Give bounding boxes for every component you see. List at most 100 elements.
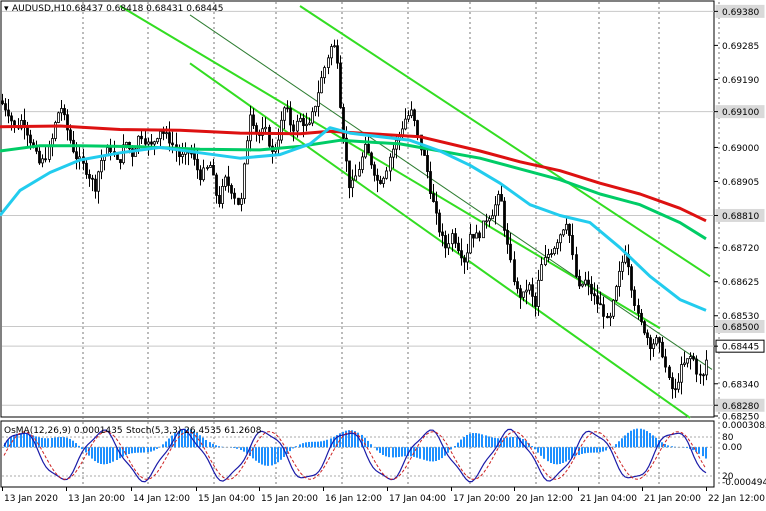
osma-bar — [236, 447, 238, 449]
osma-bar — [277, 447, 279, 463]
candle-body — [63, 108, 66, 116]
candle-body — [401, 128, 404, 136]
price-tick-label: 0.68810 — [722, 212, 759, 222]
candle-body — [69, 129, 72, 141]
osma-bar — [503, 437, 505, 448]
osma-bar — [652, 435, 654, 448]
candle-body — [283, 107, 286, 121]
candle-body — [485, 220, 488, 223]
osma-bar — [413, 447, 415, 457]
osma-bar — [106, 447, 108, 465]
candle-body — [658, 337, 661, 343]
candle-body — [168, 132, 171, 144]
osma-bar — [621, 438, 623, 448]
candle-body — [686, 358, 689, 364]
candle-body — [655, 337, 658, 345]
candle-body — [246, 140, 249, 165]
osma-bar — [667, 445, 669, 448]
osma-bar — [289, 447, 291, 452]
candle-body — [643, 321, 646, 334]
osma-bar — [94, 447, 96, 462]
trading-chart[interactable]: ▾ AUDUSD,H1 0.68437 0.68418 0.68431 0.68… — [0, 0, 766, 511]
candle-body — [38, 150, 41, 164]
candle-body — [587, 279, 590, 285]
osma-bar — [550, 447, 552, 463]
candle-body — [361, 156, 364, 170]
candle-body — [348, 160, 351, 189]
osma-bar — [475, 433, 477, 448]
osma-bar — [44, 438, 46, 448]
candle-body — [633, 289, 636, 306]
osma-bar — [41, 437, 43, 448]
osma-bar — [506, 437, 508, 448]
candle-body — [311, 111, 314, 124]
candle-body — [472, 233, 475, 239]
osma-bar — [78, 445, 80, 448]
candle-body — [75, 151, 78, 160]
osma-bar — [311, 441, 313, 448]
candle-body — [150, 141, 153, 145]
candle-body — [240, 198, 243, 205]
candle-body — [153, 141, 156, 145]
candle-body — [553, 247, 556, 254]
price-tick-label: 0.69285 — [722, 42, 759, 52]
candle-body — [500, 194, 503, 202]
time-tick-label: 22 Jan 12:00 — [708, 494, 765, 504]
osma-bar — [624, 435, 626, 448]
candle-body — [97, 171, 100, 192]
candle-body — [171, 142, 174, 146]
osma-bar — [463, 436, 465, 448]
candle-body — [193, 152, 196, 160]
osma-bar — [531, 446, 533, 448]
candle-body — [593, 293, 596, 297]
candle-body — [243, 163, 246, 200]
osma-bar — [317, 441, 319, 448]
osma-bar — [516, 437, 518, 448]
candle-body — [438, 212, 441, 233]
osma-bar — [599, 447, 601, 453]
price-tick-label: 0.68625 — [722, 278, 759, 288]
candle-body — [367, 143, 370, 154]
osma-bar — [686, 447, 688, 449]
osma-bar — [299, 444, 301, 448]
candle-body — [370, 152, 373, 166]
candle-body — [162, 130, 165, 134]
time-tick-label: 13 Jan 2020 — [4, 494, 58, 504]
candle-body — [413, 109, 416, 121]
candle-body — [646, 332, 649, 339]
candle-body — [100, 160, 103, 173]
candle-body — [674, 388, 677, 391]
candle-body — [491, 215, 494, 220]
osma-bar — [649, 433, 651, 448]
osma-bar — [131, 447, 133, 454]
time-tick-label: 15 Jan 04:00 — [198, 494, 255, 504]
osma-bar — [63, 437, 65, 448]
osma-bar — [91, 447, 93, 459]
candle-body — [119, 159, 122, 164]
osma-bar — [618, 441, 620, 448]
candle-body — [637, 305, 640, 314]
osma-bar — [326, 439, 328, 448]
osma-bar — [156, 447, 158, 449]
osma-bar — [615, 444, 617, 448]
osma-bar — [392, 447, 394, 458]
candle-body — [534, 295, 537, 307]
osma-bar — [379, 447, 381, 453]
candle-body — [618, 270, 621, 287]
candle-body — [547, 254, 550, 258]
osma-bar — [147, 447, 149, 453]
osma-bar — [388, 447, 390, 458]
candle-body — [233, 192, 236, 199]
candle-body — [581, 283, 584, 287]
osma-bar — [584, 447, 586, 454]
candle-body — [404, 118, 407, 130]
candle-body — [410, 109, 413, 117]
candle-body — [227, 176, 230, 186]
candle-body — [330, 46, 333, 59]
candle-body — [602, 304, 605, 317]
osma-bar — [376, 447, 378, 451]
osma-bar — [342, 431, 344, 448]
osma-bar — [305, 442, 307, 448]
candle-body — [41, 158, 44, 164]
candle-body — [159, 130, 162, 140]
